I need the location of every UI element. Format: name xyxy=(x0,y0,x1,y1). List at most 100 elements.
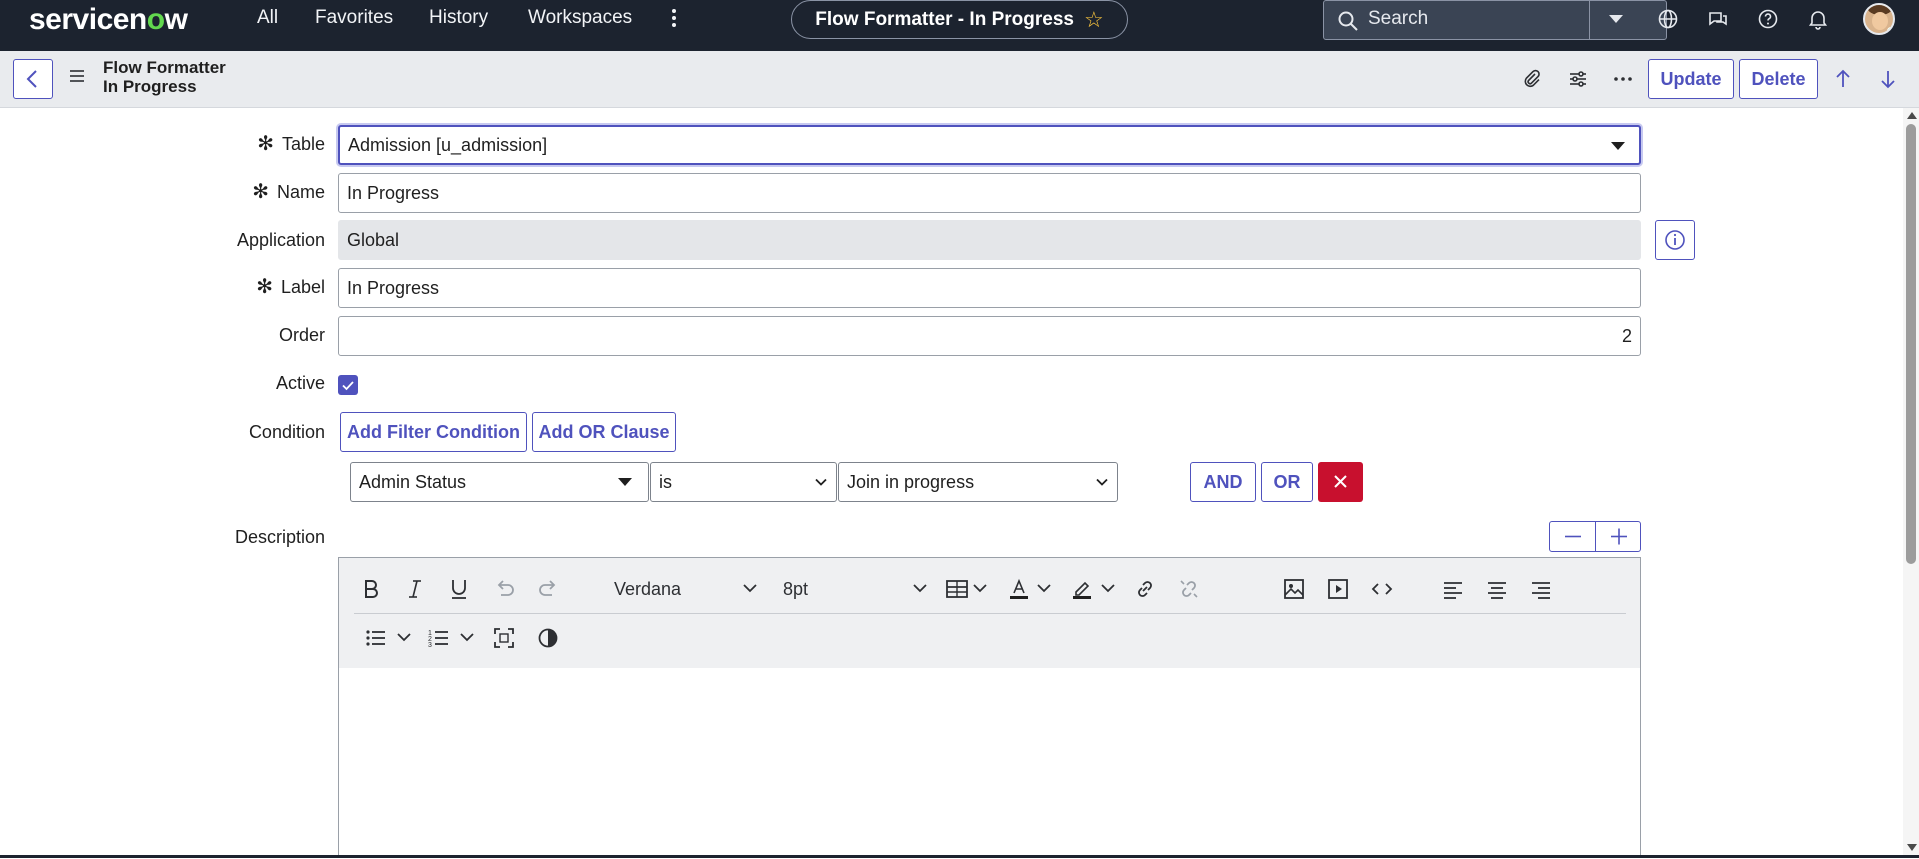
add-or-clause-button[interactable]: Add OR Clause xyxy=(532,412,676,452)
fullscreen-icon[interactable] xyxy=(491,625,517,651)
active-label: Active xyxy=(275,373,325,393)
chevron-down-icon[interactable] xyxy=(740,578,760,598)
page-scrollbar[interactable] xyxy=(1903,108,1919,858)
more-menu-icon[interactable] xyxy=(667,6,681,32)
chevron-down-icon[interactable] xyxy=(458,628,476,646)
scroll-down-arrow-icon[interactable] xyxy=(1907,844,1917,851)
unlink-icon[interactable] xyxy=(1176,576,1202,602)
insert-image-icon[interactable] xyxy=(1281,576,1307,602)
chevron-down-icon[interactable] xyxy=(1099,579,1117,597)
undo-icon[interactable] xyxy=(491,576,517,602)
font-size-select[interactable]: 8pt xyxy=(783,579,808,600)
hamburger-menu-icon[interactable] xyxy=(68,67,86,85)
info-icon xyxy=(1665,230,1685,250)
application-field: Global xyxy=(338,220,1641,260)
nav-favorites[interactable]: Favorites xyxy=(315,6,393,30)
table-select[interactable]: Admission [u_admission] xyxy=(338,125,1641,165)
chevron-down-icon[interactable] xyxy=(1035,579,1053,597)
active-checkbox[interactable] xyxy=(338,375,358,395)
minus-icon xyxy=(1565,535,1581,538)
editor-size-controls xyxy=(1549,521,1641,552)
caret-down-icon xyxy=(618,478,632,486)
delete-button[interactable]: Delete xyxy=(1739,59,1818,99)
link-icon[interactable] xyxy=(1132,576,1158,602)
caret-down-icon xyxy=(1611,142,1625,150)
help-icon[interactable] xyxy=(1756,7,1780,31)
page-title: Flow Formatter In Progress xyxy=(103,58,226,96)
context-title-pill[interactable]: Flow Formatter - In Progress ☆ xyxy=(791,0,1128,39)
source-code-icon[interactable] xyxy=(1369,576,1395,602)
update-button[interactable]: Update xyxy=(1648,59,1734,99)
application-info-button[interactable] xyxy=(1655,220,1695,260)
insert-video-icon[interactable] xyxy=(1325,576,1351,602)
chevron-down-icon[interactable] xyxy=(395,628,413,646)
order-label: Order xyxy=(278,325,325,345)
more-options-icon[interactable] xyxy=(1611,67,1635,91)
checkmark-icon xyxy=(342,381,354,391)
add-filter-condition-button[interactable]: Add Filter Condition xyxy=(340,412,527,452)
align-center-icon[interactable] xyxy=(1484,576,1510,602)
redo-icon[interactable] xyxy=(536,576,562,602)
notifications-bell-icon[interactable] xyxy=(1806,7,1830,31)
italic-icon[interactable] xyxy=(402,576,428,602)
name-input[interactable]: In Progress xyxy=(338,173,1641,213)
global-search[interactable]: Search xyxy=(1323,0,1667,40)
search-placeholder: Search xyxy=(1368,8,1429,29)
nav-history[interactable]: History xyxy=(429,6,488,30)
chevron-left-icon xyxy=(26,70,37,88)
condition-operator-select[interactable]: is xyxy=(650,462,837,502)
chevron-down-icon[interactable] xyxy=(971,579,989,597)
arrow-up-icon[interactable] xyxy=(1831,67,1855,91)
font-family-select[interactable]: Verdana xyxy=(614,579,681,600)
nav-all[interactable]: All xyxy=(257,6,278,30)
highlight-color-icon[interactable] xyxy=(1069,576,1095,602)
globe-icon[interactable] xyxy=(1656,7,1680,31)
servicenow-logo[interactable]: servicenow xyxy=(29,2,188,38)
required-asterisk-icon: ✻ xyxy=(252,181,269,203)
text-color-icon[interactable] xyxy=(1006,576,1032,602)
user-avatar[interactable] xyxy=(1863,3,1895,35)
align-right-icon[interactable] xyxy=(1528,576,1554,602)
chevron-down-icon xyxy=(1096,478,1108,486)
search-icon xyxy=(1338,11,1358,31)
chat-icon[interactable] xyxy=(1706,7,1730,31)
description-editor: Verdana 8pt 123 xyxy=(338,557,1641,858)
description-label: Description xyxy=(234,527,325,547)
favorite-star-icon[interactable]: ☆ xyxy=(1084,7,1104,33)
personalize-sliders-icon[interactable] xyxy=(1566,67,1590,91)
bold-icon[interactable] xyxy=(358,576,384,602)
numbered-list-icon[interactable]: 123 xyxy=(426,625,452,651)
back-button[interactable] xyxy=(13,59,53,99)
close-icon xyxy=(1334,475,1347,488)
condition-value-select[interactable]: Join in progress xyxy=(838,462,1118,502)
order-input[interactable]: 2 xyxy=(338,316,1641,356)
condition-value-text: Join in progress xyxy=(847,471,975,492)
table-select-value: Admission [u_admission] xyxy=(348,134,548,155)
shrink-editor-button[interactable] xyxy=(1550,522,1596,551)
condition-or-button[interactable]: OR xyxy=(1261,462,1313,502)
plus-icon xyxy=(1611,528,1627,545)
chevron-down-icon[interactable] xyxy=(910,578,930,598)
attachment-paperclip-icon[interactable] xyxy=(1520,67,1544,91)
editor-content-area[interactable] xyxy=(339,668,1640,859)
contrast-icon[interactable] xyxy=(535,625,561,651)
condition-and-button[interactable]: AND xyxy=(1190,462,1256,502)
table-label: ✻ Table xyxy=(257,133,325,155)
scrollbar-thumb[interactable] xyxy=(1906,124,1916,564)
scroll-up-arrow-icon[interactable] xyxy=(1907,112,1917,119)
label-input[interactable]: In Progress xyxy=(338,268,1641,308)
top-navigation: servicenow All Favorites History Workspa… xyxy=(0,0,1919,51)
required-asterisk-icon: ✻ xyxy=(256,276,273,298)
condition-field-select[interactable]: Admin Status xyxy=(350,462,649,502)
name-label: ✻ Name xyxy=(252,181,325,203)
arrow-down-icon[interactable] xyxy=(1876,67,1900,91)
delete-condition-button[interactable] xyxy=(1318,462,1363,502)
nav-workspaces[interactable]: Workspaces xyxy=(528,6,632,30)
underline-icon[interactable] xyxy=(446,576,472,602)
expand-editor-button[interactable] xyxy=(1596,522,1642,551)
table-icon[interactable] xyxy=(944,576,970,602)
search-scope-chevron-icon[interactable] xyxy=(1609,15,1623,23)
bullet-list-icon[interactable] xyxy=(363,625,389,651)
align-left-icon[interactable] xyxy=(1440,576,1466,602)
chevron-down-icon xyxy=(815,478,827,486)
